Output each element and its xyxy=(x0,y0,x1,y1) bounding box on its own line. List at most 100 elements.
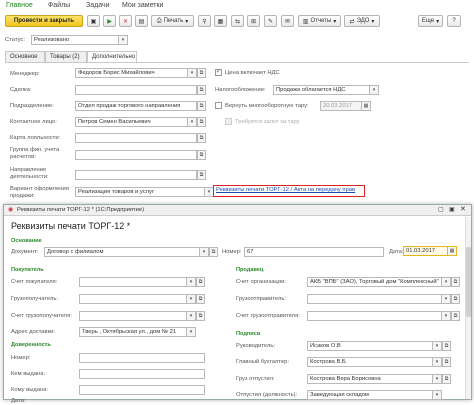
chief-accountant-dropdown[interactable]: ▾ xyxy=(433,357,442,367)
contact-dropdown[interactable]: ▾ xyxy=(188,117,197,127)
direction-open[interactable]: ⧉ xyxy=(197,170,206,180)
head-dropdown[interactable]: ▾ xyxy=(433,341,442,351)
org-account-open[interactable]: ⧉ xyxy=(451,277,460,287)
reports-button[interactable]: ▥ Отчеты ▾ xyxy=(298,15,341,27)
document-field[interactable]: Договор с филиалом xyxy=(44,247,200,257)
tax-field[interactable]: Продажа облагается НДС xyxy=(273,85,370,95)
save-icon: ▣ xyxy=(90,18,97,25)
released-by-open[interactable]: ⧉ xyxy=(442,374,451,384)
shipper-field[interactable] xyxy=(307,294,442,304)
based-on-icon: ▤ xyxy=(138,18,145,25)
edo-button[interactable]: ⇄ ЭДО ▾ xyxy=(344,15,380,27)
manager-field[interactable]: Федоров Борис Михайлович xyxy=(75,68,188,78)
delivery-address-dropdown[interactable]: ▾ xyxy=(187,327,196,337)
menu-files[interactable]: Файлы xyxy=(48,2,70,9)
based-on-button[interactable]: ▤ xyxy=(135,15,148,27)
shipper-account-field[interactable] xyxy=(307,311,442,321)
deal-field[interactable] xyxy=(75,85,197,95)
pa-number-field[interactable] xyxy=(79,353,205,363)
edit-button[interactable]: ✎ xyxy=(264,15,277,27)
number-field[interactable]: 67 xyxy=(244,247,384,257)
mail-button[interactable]: ✉ xyxy=(281,15,294,27)
released-position-field[interactable]: Заведующая складом xyxy=(307,390,433,400)
head-field[interactable]: Исаков О.В xyxy=(307,341,433,351)
reports-label: Отчеты xyxy=(310,18,332,24)
date-field[interactable]: 01.03.2017 xyxy=(403,246,448,256)
close-icon[interactable]: ✕ xyxy=(460,205,466,213)
released-position-dropdown[interactable]: ▾ xyxy=(433,390,442,400)
dialog-scrollbar[interactable] xyxy=(465,217,471,399)
fin-group-field[interactable] xyxy=(75,150,197,160)
print-button[interactable]: ⎙ Печать ▾ xyxy=(151,15,194,27)
division-field[interactable]: Отдел продаж торгового направления xyxy=(75,101,197,111)
shipper-open[interactable]: ⧉ xyxy=(451,294,460,304)
loyalty-field[interactable] xyxy=(75,133,197,143)
loyalty-open[interactable]: ⧉ xyxy=(197,133,206,143)
sale-variant-field[interactable]: Реализация товаров и услуг xyxy=(75,187,205,197)
date-calendar[interactable]: ▦ xyxy=(448,246,457,256)
consignee-account-dropdown[interactable]: ▾ xyxy=(187,311,196,321)
maximize-icon[interactable]: ▣ xyxy=(449,206,455,213)
return-tara-label: Вернуть многооборотную тару: xyxy=(225,103,309,109)
division-open[interactable]: ⧉ xyxy=(197,101,206,111)
menu-notes[interactable]: Мои заметки xyxy=(122,2,163,9)
menu-tasks[interactable]: Задачи xyxy=(86,2,110,9)
print-details-highlight: Реквизиты печати ТОРГ-12 / Акта на перед… xyxy=(213,185,365,197)
issued-to-field[interactable] xyxy=(79,385,205,395)
chief-accountant-open[interactable]: ⧉ xyxy=(442,357,451,367)
return-tara-checkbox[interactable] xyxy=(215,102,222,109)
delivery-address-field[interactable]: Тверь , Октябрьская ул., дом № 21 xyxy=(79,327,187,337)
issued-by-field[interactable] xyxy=(79,369,205,379)
manager-dropdown[interactable]: ▾ xyxy=(188,68,197,78)
number-label: Номер: xyxy=(222,249,242,255)
help-button[interactable]: ? xyxy=(447,15,461,27)
status-field[interactable]: Реализовано xyxy=(31,35,119,45)
post-close-button[interactable]: Провести и закрыть xyxy=(5,15,83,27)
document-dropdown[interactable]: ▾ xyxy=(200,247,209,257)
status-dropdown[interactable]: ▾ xyxy=(119,35,128,45)
document-open[interactable]: ⧉ xyxy=(209,247,218,257)
post-button[interactable]: ▶ xyxy=(103,15,116,27)
deal-open[interactable]: ⧉ xyxy=(197,85,206,95)
contact-open[interactable]: ⧉ xyxy=(197,117,206,127)
print-details-link[interactable]: Реквизиты печати ТОРГ-12 / Акта на перед… xyxy=(216,187,355,193)
consignee-account-open[interactable]: ⧉ xyxy=(196,311,205,321)
shipper-account-dropdown[interactable]: ▾ xyxy=(442,311,451,321)
head-open[interactable]: ⧉ xyxy=(442,341,451,351)
tax-dropdown[interactable]: ▾ xyxy=(370,85,379,95)
attach-button[interactable]: ⚲ xyxy=(198,15,211,27)
scrollbar-thumb[interactable] xyxy=(466,247,471,317)
tab-goods[interactable]: Товары (2) xyxy=(45,51,87,62)
more-button[interactable]: Еще ▾ xyxy=(418,15,443,27)
buyer-account-open[interactable]: ⧉ xyxy=(196,277,205,287)
consignee-dropdown[interactable]: ▾ xyxy=(187,294,196,304)
shipper-account-open[interactable]: ⧉ xyxy=(451,311,460,321)
org-account-dropdown[interactable]: ▾ xyxy=(442,277,451,287)
shipper-dropdown[interactable]: ▾ xyxy=(442,294,451,304)
return-tara-calendar[interactable]: ▦ xyxy=(362,101,371,111)
return-tara-date[interactable]: 20.03.2017 xyxy=(320,101,362,111)
save-button[interactable]: ▣ xyxy=(87,15,100,27)
cancel-post-button[interactable]: ✕ xyxy=(119,15,132,27)
consignee-field[interactable] xyxy=(79,294,187,304)
chief-accountant-field[interactable]: Кострова В.Б. xyxy=(307,357,433,367)
tab-main[interactable]: Основное xyxy=(5,51,45,62)
direction-field[interactable] xyxy=(75,170,197,180)
buyer-account-dropdown[interactable]: ▾ xyxy=(187,277,196,287)
consignee-account-field[interactable] xyxy=(79,311,187,321)
buyer-account-field[interactable] xyxy=(79,277,187,287)
menu-main[interactable]: Главное xyxy=(6,2,33,9)
minimize-icon[interactable]: ▢ xyxy=(438,206,444,213)
calendar-button[interactable]: ▦ xyxy=(214,15,227,27)
manager-open[interactable]: ⧉ xyxy=(197,68,206,78)
org-account-field[interactable]: АКБ "ВПБ" (ЗАО), Торговый дом "Комплексн… xyxy=(307,277,442,287)
deposit-checkbox[interactable] xyxy=(225,118,232,125)
structure-button[interactable]: ⊞ xyxy=(247,15,260,27)
vat-included-checkbox[interactable]: ✓ xyxy=(215,69,222,76)
related-docs-button[interactable]: ⇆ xyxy=(231,15,244,27)
released-by-dropdown[interactable]: ▾ xyxy=(433,374,442,384)
released-by-field[interactable]: Кострова Вера Борисовна xyxy=(307,374,433,384)
contact-field[interactable]: Петров Семен Васильевич xyxy=(75,117,188,127)
consignee-open[interactable]: ⧉ xyxy=(196,294,205,304)
fin-group-open[interactable]: ⧉ xyxy=(197,150,206,160)
